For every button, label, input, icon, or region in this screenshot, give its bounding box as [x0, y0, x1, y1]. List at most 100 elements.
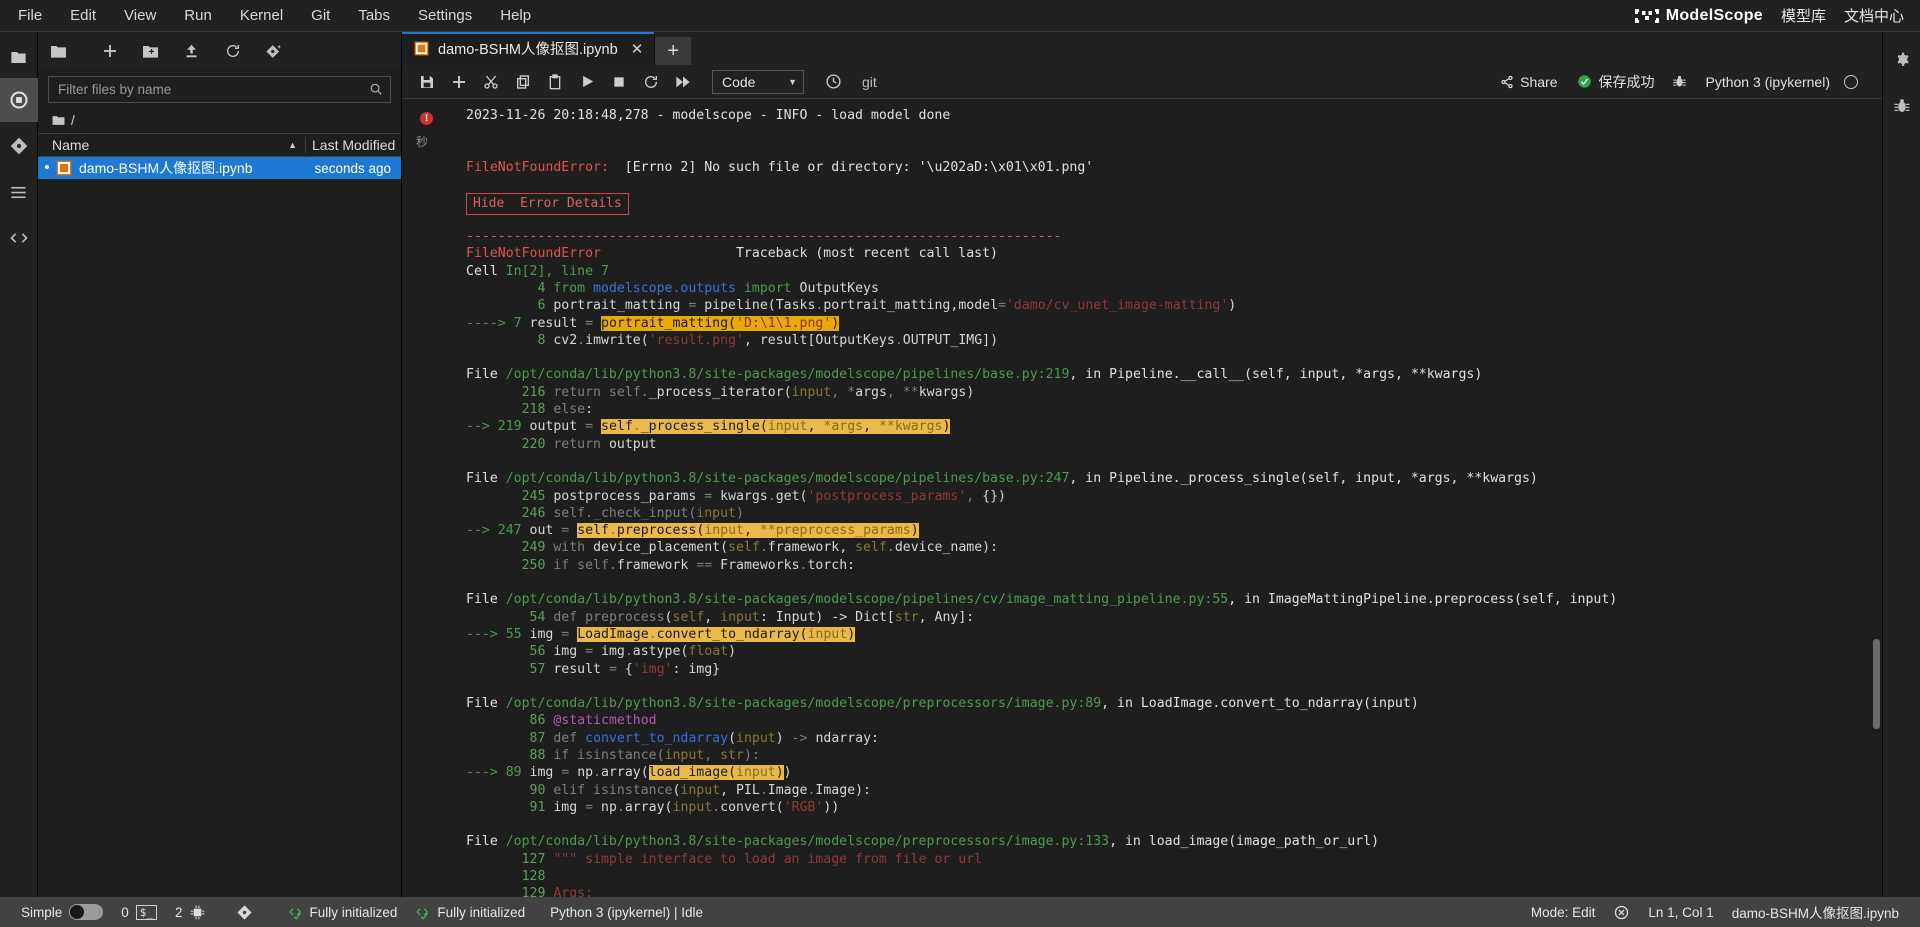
- menu-file[interactable]: File: [4, 2, 56, 30]
- fast-forward-icon: [676, 76, 690, 87]
- file-list: • damo-BSHM人像抠图.ipynb seconds ago: [38, 157, 401, 897]
- bug-icon: [1673, 75, 1687, 87]
- error-indicator: !: [420, 112, 433, 125]
- folder-icon: [11, 51, 26, 63]
- menu-bar: File Edit View Run Kernel Git Tabs Setti…: [0, 0, 1920, 32]
- menu-git[interactable]: Git: [297, 2, 344, 30]
- terminal-icon: $_: [135, 904, 158, 920]
- extension-status-1-label: Fully initialized: [309, 904, 398, 920]
- kernel-status-indicator: [1840, 74, 1868, 89]
- insert-cell-button[interactable]: [444, 68, 474, 96]
- list-item[interactable]: • damo-BSHM人像抠图.ipynb seconds ago: [38, 157, 401, 179]
- check-code-icon: [416, 907, 429, 920]
- traceback-text: 2023-11-26 20:18:48,278 - modelscope - I…: [466, 108, 1618, 897]
- upload-button[interactable]: [183, 43, 200, 60]
- search-input[interactable]: [48, 76, 391, 103]
- menu-run[interactable]: Run: [170, 2, 226, 30]
- sidebar-item-running[interactable]: [0, 78, 38, 122]
- menu-kernel[interactable]: Kernel: [226, 2, 297, 30]
- kernel-status[interactable]: Python 3 (ipykernel) | Idle: [534, 905, 712, 920]
- tab-notebook[interactable]: damo-BSHM人像抠图.ipynb ✕: [402, 32, 656, 65]
- menu-settings[interactable]: Settings: [404, 2, 486, 30]
- history-button[interactable]: [818, 68, 848, 96]
- sidebar-item-git[interactable]: [0, 124, 38, 168]
- square-icon: [614, 76, 624, 87]
- extension-status-2[interactable]: Fully initialized: [406, 905, 534, 920]
- cell-type-select[interactable]: Code ▼: [712, 69, 804, 94]
- refresh-icon: [644, 75, 658, 88]
- menu-help[interactable]: Help: [486, 2, 545, 30]
- notebook-scroll-area[interactable]: ! 秒 2023-11-26 20:18:48,278 - modelscope…: [402, 99, 1882, 897]
- right-sidebar-rail: [1882, 32, 1920, 897]
- file-list-header: Name ▲ Last Modified: [38, 133, 401, 157]
- brand-zone: ModelScope 模型库 文档中心: [1634, 0, 1920, 31]
- breadcrumb[interactable]: /: [38, 107, 401, 133]
- notebook-mode[interactable]: Mode: Edit: [1522, 905, 1605, 920]
- cursor-position[interactable]: Ln 1, Col 1: [1639, 905, 1722, 920]
- close-icon[interactable]: ✕: [631, 40, 644, 58]
- column-label-name: Name: [52, 137, 90, 153]
- sidebar-item-property-inspector[interactable]: [1883, 38, 1920, 82]
- gear-icon: [1897, 52, 1909, 66]
- modelscope-logo: ModelScope: [1634, 7, 1763, 25]
- debugger-toggle[interactable]: [1664, 74, 1695, 89]
- simple-mode-label: Simple: [21, 904, 63, 920]
- execution-time-label: 秒: [416, 135, 429, 149]
- sidebar-item-file-browser[interactable]: [0, 38, 38, 76]
- brand-link-model-library[interactable]: 模型库: [1781, 5, 1826, 26]
- git-status[interactable]: [214, 904, 262, 921]
- new-tab-button[interactable]: +: [655, 37, 692, 65]
- toggle-switch[interactable]: [69, 904, 104, 920]
- save-status: 保存成功: [1567, 72, 1664, 92]
- workspace: / Name ▲ Last Modified • damo-BSHM人像抠图.i…: [0, 32, 1920, 897]
- simple-mode-toggle[interactable]: Simple: [12, 904, 112, 920]
- column-header-name[interactable]: Name ▲: [38, 137, 305, 153]
- stop-circle-icon: [10, 91, 27, 109]
- kernel-selector[interactable]: Python 3 (ipykernel): [1695, 74, 1840, 90]
- clipboard-icon: [549, 73, 561, 89]
- git-toolbar-label[interactable]: git: [862, 74, 877, 90]
- git-clone-button[interactable]: [265, 43, 282, 60]
- new-folder-button[interactable]: [142, 43, 159, 60]
- shield-cross-icon: [1615, 905, 1629, 919]
- save-button[interactable]: [412, 68, 442, 96]
- restart-kernel-button[interactable]: [636, 68, 666, 96]
- copy-button[interactable]: [508, 68, 538, 96]
- save-status-label: 保存成功: [1598, 73, 1655, 90]
- cut-button[interactable]: [476, 68, 506, 96]
- run-button[interactable]: [572, 68, 602, 96]
- new-launcher-button[interactable]: [101, 43, 118, 60]
- play-icon: [582, 75, 593, 88]
- code-icon: [9, 233, 28, 243]
- extension-status-1[interactable]: Fully initialized: [262, 905, 407, 920]
- share-button[interactable]: Share: [1490, 74, 1567, 90]
- notebook-toolbar: Code ▼ git Share 保存成功 Python 3 (ipykerne…: [402, 65, 1882, 99]
- kernels-count[interactable]: 2: [166, 905, 214, 920]
- current-filename: damo-BSHM人像抠图.ipynb: [1731, 906, 1899, 921]
- check-circle-icon: [1578, 75, 1592, 88]
- menu-edit[interactable]: Edit: [56, 2, 110, 30]
- git-icon: [236, 904, 252, 920]
- terminals-count[interactable]: 0 $_: [112, 904, 166, 920]
- refresh-button[interactable]: [224, 43, 241, 60]
- kernels-count-value: 2: [175, 904, 183, 920]
- no-kernel-indicator[interactable]: [1604, 904, 1639, 921]
- vertical-scrollbar[interactable]: [1873, 639, 1880, 729]
- status-bar: Simple 0 $_ 2 Fully initialized Fully in…: [0, 897, 1920, 927]
- kernel-idle-icon: [1844, 74, 1858, 89]
- stop-button[interactable]: [604, 68, 634, 96]
- restart-run-all-button[interactable]: [668, 68, 698, 96]
- plus-icon: [453, 75, 465, 88]
- brand-link-docs-center[interactable]: 文档中心: [1844, 5, 1904, 26]
- cell-gutter: ! 秒: [402, 99, 460, 897]
- list-icon: [11, 186, 26, 198]
- paste-button[interactable]: [540, 68, 570, 96]
- column-header-modified[interactable]: Last Modified: [305, 137, 401, 153]
- menu-tabs[interactable]: Tabs: [344, 2, 404, 30]
- menu-view[interactable]: View: [110, 2, 170, 30]
- unsaved-dot-icon: •: [44, 159, 50, 176]
- sidebar-item-toc[interactable]: [0, 170, 38, 214]
- sidebar-item-extensions[interactable]: [0, 216, 38, 260]
- sidebar-item-debugger[interactable]: [1883, 84, 1920, 128]
- kernel-name: Python 3 (ipykernel): [1705, 73, 1830, 90]
